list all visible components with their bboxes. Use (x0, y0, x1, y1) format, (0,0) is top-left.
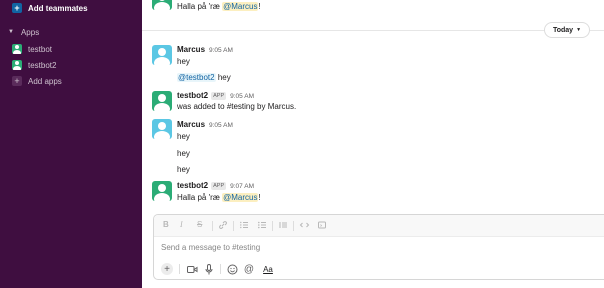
app-badge: APP (211, 92, 227, 100)
sidebar-item-label: testbot (28, 44, 53, 54)
message-time[interactable]: 9:05 AM (209, 122, 233, 129)
add-apps-button[interactable]: + Add apps (12, 73, 154, 89)
message-time[interactable]: 9:07 AM (230, 183, 254, 190)
sender-name[interactable]: Marcus (177, 120, 205, 129)
add-apps-label: Add apps (28, 76, 62, 86)
message-header: testbot2 APP 9:07 AM (177, 181, 254, 190)
bot-avatar[interactable] (152, 91, 172, 111)
today-dropdown[interactable]: Today ▼ (544, 22, 590, 38)
toolbar-divider (220, 264, 221, 274)
message-pane: Halla på 'ræ @Marcus! Today ▼ Marcus 9:05… (142, 0, 604, 288)
link-icon[interactable] (218, 220, 228, 232)
toolbar-divider (179, 264, 180, 274)
message-time[interactable]: 9:05 AM (209, 47, 233, 54)
message-input[interactable]: Send a message to #testing (161, 243, 260, 252)
sidebar: + Add teammates ▼ Apps testbot testbot2 … (0, 0, 142, 288)
sender-name[interactable]: testbot2 (177, 91, 208, 100)
message-text: Halla på 'ræ @Marcus! (177, 2, 261, 11)
bulleted-list-icon[interactable] (257, 220, 267, 232)
add-teammates-button[interactable]: + Add teammates (12, 0, 154, 16)
video-clip-icon[interactable] (186, 263, 198, 275)
today-label: Today (552, 26, 574, 34)
toolbar-divider (212, 221, 213, 231)
bot-avatar-icon (12, 60, 22, 70)
attach-plus-button[interactable]: + (161, 263, 173, 275)
message-text: hey (177, 165, 190, 174)
sender-name[interactable]: Marcus (177, 45, 205, 54)
plus-icon: + (12, 76, 22, 86)
code-icon[interactable] (299, 220, 310, 232)
italic-icon[interactable]: I (180, 220, 183, 229)
bot-avatar[interactable] (152, 0, 172, 10)
apps-section-label: Apps (20, 27, 40, 37)
bold-icon[interactable]: B (163, 220, 169, 229)
user-avatar[interactable] (152, 119, 172, 139)
message-text: hey (177, 57, 190, 66)
user-mention[interactable]: @Marcus (222, 2, 259, 11)
chevron-down-icon: ▼ (576, 27, 582, 33)
code-block-icon[interactable] (317, 220, 327, 232)
caret-down-icon: ▼ (8, 29, 14, 35)
message-text: hey (177, 132, 190, 141)
formatting-toggle-button[interactable]: Aa (261, 263, 275, 275)
bot-avatar[interactable] (152, 181, 172, 201)
message-time[interactable]: 9:05 AM (230, 93, 254, 100)
sidebar-item-testbot[interactable]: testbot (12, 41, 154, 57)
toolbar-divider (233, 221, 234, 231)
sidebar-item-label: testbot2 (28, 60, 57, 70)
mention-at-icon[interactable]: @ (243, 263, 255, 275)
ordered-list-icon[interactable] (239, 220, 249, 232)
toolbar-divider (293, 221, 294, 231)
message-header: Marcus 9:05 AM (177, 120, 233, 129)
formatting-toolbar: B I S (154, 215, 604, 237)
toolbar-divider (272, 221, 273, 231)
app-badge: APP (211, 182, 227, 190)
user-avatar[interactable] (152, 45, 172, 65)
bot-avatar-icon (12, 44, 22, 54)
apps-section-header[interactable]: ▼ Apps (8, 24, 150, 40)
add-teammates-label: Add teammates (28, 3, 88, 13)
message-header: testbot2 APP 9:05 AM (177, 91, 254, 100)
message-text: was added to #testing by Marcus. (177, 102, 297, 111)
message-text: @testbot2 hey (177, 73, 231, 82)
emoji-icon[interactable] (226, 263, 238, 275)
message-text: Halla på 'ræ @Marcus! (177, 193, 261, 202)
blockquote-icon[interactable] (278, 220, 288, 232)
strikethrough-icon[interactable]: S (197, 220, 202, 229)
message-composer: B I S Send a message to #testing + @ Aa (153, 214, 604, 280)
sidebar-item-testbot2[interactable]: testbot2 (12, 57, 154, 73)
message-header: Marcus 9:05 AM (177, 45, 233, 54)
day-divider (142, 30, 604, 31)
plus-icon: + (12, 3, 22, 13)
sender-name[interactable]: testbot2 (177, 181, 208, 190)
message-text: hey (177, 149, 190, 158)
microphone-icon[interactable] (204, 263, 214, 275)
user-mention[interactable]: @testbot2 (177, 73, 216, 82)
user-mention[interactable]: @Marcus (222, 193, 259, 202)
